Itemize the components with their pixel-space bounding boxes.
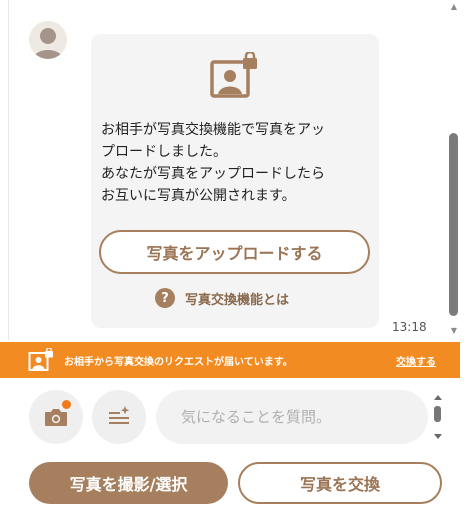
message-line: プロードしました。: [101, 144, 227, 160]
camera-button[interactable]: [29, 390, 83, 444]
photo-exchange-card: お相手が写真交換機能で写真をアッ プロードしました。 あなたが写真をアップロード…: [91, 34, 379, 328]
partner-avatar[interactable]: [29, 21, 67, 59]
question-input[interactable]: [156, 390, 428, 444]
chat-scrollbar[interactable]: ▲ ▼: [448, 0, 461, 340]
input-scrollbar-thumb[interactable]: [434, 406, 441, 422]
message-line: お互いに写真が公開されます。: [101, 188, 296, 204]
banner-message: お相手から写真交換のリクエストが届いています。: [64, 357, 293, 368]
composer: 写真を撮影/選択 写真を交換: [0, 378, 470, 513]
about-photo-exchange-label: 写真交換機能とは: [185, 292, 290, 308]
camera-icon: [45, 409, 67, 426]
notification-dot: [62, 400, 71, 409]
about-photo-exchange-link[interactable]: ? 写真交換機能とは: [155, 287, 289, 309]
chat-thread: お相手が写真交換機能で写真をアッ プロードしました。 あなたが写真をアップロード…: [0, 0, 470, 340]
template-button[interactable]: [92, 390, 146, 444]
input-scrollbar[interactable]: [432, 392, 444, 442]
person-silhouette-icon: [29, 21, 67, 59]
exchange-link[interactable]: 交換する: [396, 353, 436, 368]
upload-photo-button[interactable]: 写真をアップロードする: [99, 230, 370, 274]
question-icon: ?: [155, 288, 175, 308]
divider: [8, 0, 9, 340]
message-line: お相手が写真交換機能で写真をアッ: [101, 122, 325, 138]
template-list-icon: [109, 406, 130, 424]
scrollbar-thumb[interactable]: [449, 133, 458, 316]
exchange-photo-button[interactable]: 写真を交換: [238, 462, 442, 504]
chat-screen: お相手が写真交換機能で写真をアッ プロードしました。 あなたが写真をアップロード…: [0, 0, 470, 513]
take-select-photo-button[interactable]: 写真を撮影/選択: [29, 462, 228, 504]
locked-photo-icon: [210, 52, 257, 98]
photo-request-banner: お相手から写真交換のリクエストが届いています。 交換する: [0, 342, 460, 378]
locked-photo-icon: [28, 348, 53, 371]
message-line: あなたが写真をアップロードしたら: [101, 166, 325, 182]
message-timestamp: 13:18: [392, 320, 427, 334]
scroll-up-arrow-icon[interactable]: ▲: [449, 2, 459, 12]
message-text: お相手が写真交換機能で写真をアッ プロードしました。 あなたが写真をアップロード…: [101, 119, 373, 207]
scroll-down-arrow-icon[interactable]: ▼: [449, 326, 459, 336]
